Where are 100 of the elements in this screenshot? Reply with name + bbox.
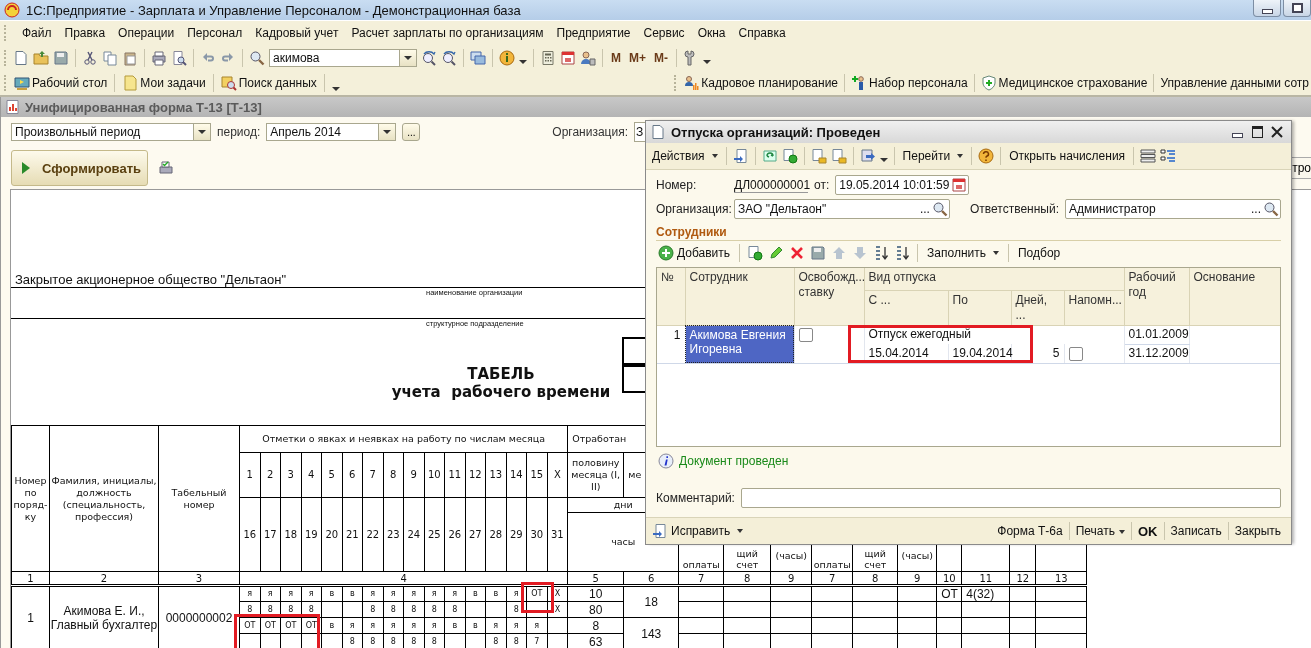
printer-icon[interactable] [151, 49, 167, 66]
caret-icon[interactable] [703, 59, 711, 64]
delete-icon[interactable] [789, 245, 806, 261]
column-header[interactable]: Сотрудник [685, 268, 794, 325]
organization-field[interactable]: ЗАО "Дельтаон" ... [734, 199, 950, 219]
caret-icon[interactable] [879, 158, 888, 162]
clipboard-icon[interactable] [122, 49, 138, 66]
preview-icon[interactable] [171, 49, 187, 66]
responsible-field[interactable]: Администратор ... [1065, 199, 1281, 219]
goto-menu[interactable]: Перейти [900, 149, 966, 163]
refresh-icon[interactable] [761, 148, 778, 164]
menu-item[interactable]: Правка [64, 26, 106, 40]
document-arrow-icon[interactable] [732, 148, 749, 164]
column-header: Номер по поряд-ку [11, 425, 50, 572]
column-header[interactable]: № [657, 268, 685, 325]
search-icon[interactable] [931, 201, 948, 217]
restore-button[interactable] [1283, 0, 1311, 17]
floppy-icon[interactable] [810, 245, 827, 261]
find-next-icon[interactable] [441, 49, 457, 66]
footer-button[interactable]: Записать [1166, 524, 1226, 538]
column-header[interactable]: Рабочий год [1124, 268, 1189, 325]
number-field[interactable]: ДЛ000000001 [734, 177, 808, 193]
column-header[interactable]: Основание [1189, 268, 1280, 325]
actions-menu[interactable]: Действия [650, 149, 720, 163]
print-settings-icon[interactable] [158, 160, 175, 176]
sort-icon[interactable] [873, 245, 890, 261]
memory-button[interactable]: M- [652, 50, 670, 65]
menu-item[interactable]: Окна [697, 26, 726, 40]
add-button[interactable]: Добавить [656, 245, 733, 261]
panel-button[interactable]: Мои задачи [122, 74, 206, 91]
menu-item[interactable]: Сервис [643, 26, 685, 40]
fix-menu[interactable]: Исправить [650, 523, 746, 539]
period-choose-button[interactable]: ... [402, 123, 421, 141]
memory-button[interactable]: M [609, 50, 623, 65]
menu-item[interactable]: Операции [118, 26, 175, 40]
document-add-icon[interactable] [781, 148, 798, 164]
panel-button[interactable]: Управление данными сотр [1160, 75, 1309, 90]
column-header[interactable]: По [948, 290, 1011, 325]
panel-button[interactable]: Рабочий стол [14, 74, 108, 91]
column-header[interactable]: С ... [864, 290, 948, 325]
maximize-button[interactable] [1249, 124, 1265, 140]
footer-button[interactable]: Печать [1071, 524, 1129, 538]
open-accruals-button[interactable]: Открыть начисления [1007, 149, 1128, 163]
date-field[interactable]: 19.05.2014 10:01:59 [835, 175, 970, 195]
minimize-button[interactable] [1253, 0, 1281, 17]
period-type-select[interactable]: Произвольный период [11, 123, 211, 141]
calendar-icon[interactable] [951, 177, 968, 193]
caret-icon[interactable] [519, 59, 527, 64]
day-header: 29 [506, 497, 527, 572]
checkbox[interactable] [798, 328, 813, 343]
fill-menu[interactable]: Заполнить [925, 246, 1001, 260]
list-icon[interactable] [1140, 148, 1157, 164]
column-header[interactable]: Напомн... [1064, 290, 1124, 325]
table-cell: 8 [362, 601, 383, 618]
memory-button[interactable]: M+ [627, 50, 648, 65]
pick-button[interactable]: Подбор [1015, 246, 1063, 260]
tree-icon[interactable] [1160, 148, 1177, 164]
folder-icon[interactable] [33, 49, 49, 66]
pencil-icon[interactable] [768, 245, 785, 261]
panel-button[interactable]: Медицинское страхование [980, 74, 1148, 91]
period-select[interactable]: Апрель 2014 [266, 123, 397, 141]
generate-button[interactable]: Сформировать [11, 150, 149, 186]
document-add-icon[interactable] [747, 245, 764, 261]
search-icon[interactable] [249, 49, 265, 66]
menu-item[interactable]: Справка [738, 26, 786, 40]
sort-icon[interactable] [894, 245, 911, 261]
user-icon[interactable] [580, 49, 596, 66]
panel-button[interactable]: Поиск данных [220, 74, 317, 91]
help-icon[interactable] [978, 148, 995, 164]
column-header[interactable]: Вид отпуска [864, 268, 1124, 290]
menu-item[interactable]: Персонал [187, 26, 243, 40]
scissors-icon[interactable] [82, 49, 98, 66]
info-icon[interactable] [499, 49, 515, 66]
footer-button[interactable]: OK [1134, 523, 1162, 539]
copy-icon[interactable] [102, 49, 118, 66]
page-icon[interactable] [13, 49, 29, 66]
calendar-icon[interactable] [560, 49, 576, 66]
comment-field[interactable] [740, 488, 1281, 508]
caret-icon[interactable] [331, 86, 340, 91]
column-header[interactable]: Дней, ... [1011, 290, 1064, 325]
footer-button[interactable]: Закрыть [1230, 524, 1285, 538]
footer-button[interactable]: Форма Т-6а [993, 524, 1067, 538]
search-field[interactable]: акимова [269, 48, 417, 67]
calculator-icon[interactable] [540, 49, 556, 66]
find-next-icon[interactable] [421, 49, 437, 66]
menu-item[interactable]: Предприятие [556, 26, 631, 40]
menu-item[interactable]: Кадровый учет [255, 26, 339, 40]
table-cell[interactable]: Акимова Евгения Игоревна [685, 325, 794, 363]
day-header: 9 [403, 452, 424, 498]
search-icon[interactable] [1263, 201, 1279, 217]
close-icon[interactable] [1269, 124, 1285, 140]
floppy-icon[interactable] [53, 49, 69, 66]
panel-button[interactable]: Набор персонала [851, 74, 968, 91]
windows-icon[interactable] [470, 49, 486, 66]
menu-item[interactable]: Файл [22, 26, 52, 40]
menu-item[interactable]: Расчет зарплаты по организациям [351, 26, 544, 40]
day-header: 22 [362, 497, 383, 572]
panel-button[interactable]: Кадровое планирование [683, 74, 839, 91]
checkbox[interactable] [1068, 346, 1083, 361]
transfer-icon[interactable] [859, 148, 876, 164]
